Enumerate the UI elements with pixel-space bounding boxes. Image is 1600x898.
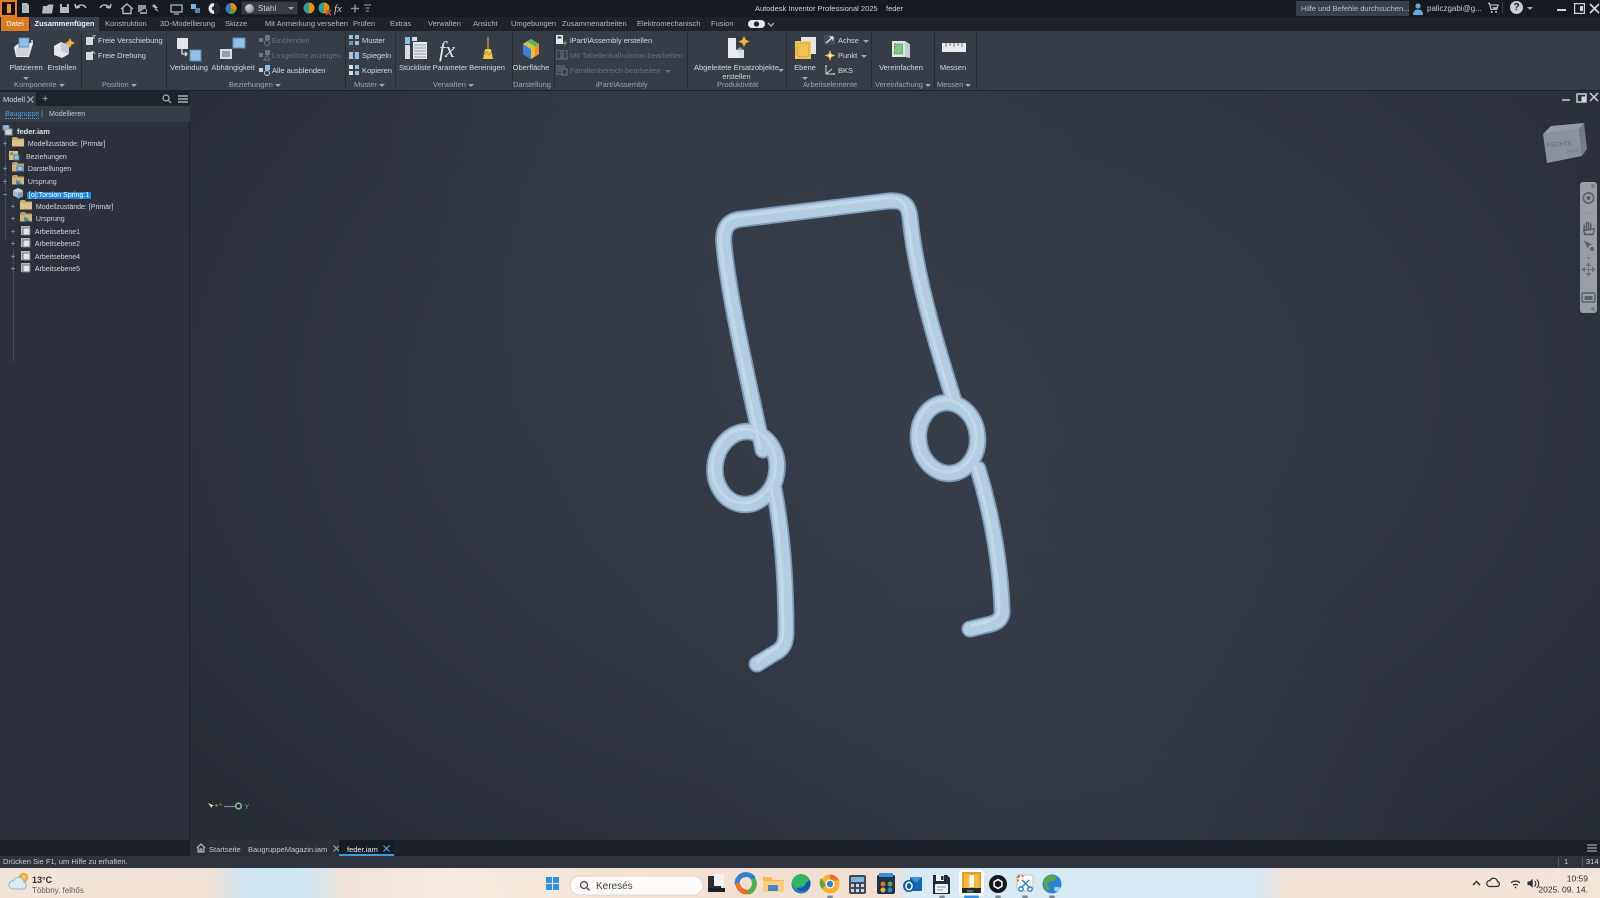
svg-text:fx: fx (439, 38, 455, 62)
svg-text:2025. 09. 14.: 2025. 09. 14. (1538, 885, 1588, 895)
svg-text:fx: fx (334, 3, 342, 15)
svg-text:Többny. felhős: Többny. felhős (32, 886, 84, 895)
svg-text:INV: INV (967, 889, 974, 894)
svg-text:10:59: 10:59 (1567, 874, 1589, 884)
svg-text:NNTR: NNTR (1567, 148, 1581, 154)
svg-text:13°C: 13°C (32, 875, 53, 885)
svg-text:Keresés: Keresés (596, 881, 633, 892)
svg-text:Y: Y (245, 804, 250, 811)
